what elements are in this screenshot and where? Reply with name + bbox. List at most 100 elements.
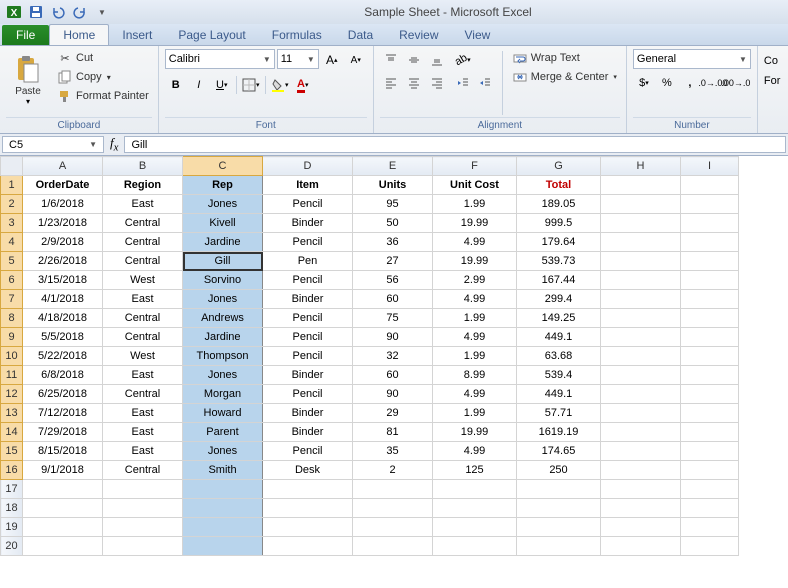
cell[interactable]: 2	[353, 461, 433, 480]
cell[interactable]: 125	[433, 461, 517, 480]
cell[interactable]	[517, 499, 601, 518]
cell[interactable]	[23, 480, 103, 499]
cell[interactable]	[601, 328, 681, 347]
cell[interactable]: 299.4	[517, 290, 601, 309]
cell[interactable]	[681, 499, 739, 518]
font-name-combo[interactable]: Calibri▼	[165, 49, 275, 69]
cell[interactable]	[263, 499, 353, 518]
cell[interactable]: East	[103, 366, 183, 385]
cell[interactable]: 27	[353, 252, 433, 271]
align-center-button[interactable]	[403, 72, 425, 94]
cell[interactable]: 8/15/2018	[23, 442, 103, 461]
cell[interactable]	[601, 499, 681, 518]
cell[interactable]: 1/6/2018	[23, 195, 103, 214]
row-header[interactable]: 15	[1, 442, 23, 461]
cell[interactable]	[517, 518, 601, 537]
cell[interactable]: Pencil	[263, 309, 353, 328]
cell[interactable]: 1.99	[433, 195, 517, 214]
cell[interactable]	[601, 271, 681, 290]
cell[interactable]: 7/29/2018	[23, 423, 103, 442]
cell[interactable]: Kivell	[183, 214, 263, 233]
cell[interactable]	[103, 499, 183, 518]
cell[interactable]: Parent	[183, 423, 263, 442]
cell[interactable]: Pencil	[263, 233, 353, 252]
cell[interactable]	[681, 195, 739, 214]
row-header[interactable]: 13	[1, 404, 23, 423]
cell[interactable]: 2/9/2018	[23, 233, 103, 252]
col-header[interactable]: E	[353, 157, 433, 176]
cell[interactable]: 4.99	[433, 328, 517, 347]
cell[interactable]	[601, 176, 681, 195]
undo-icon[interactable]	[48, 2, 68, 22]
cell[interactable]: 1/23/2018	[23, 214, 103, 233]
formula-input[interactable]	[124, 136, 786, 153]
cell[interactable]: 250	[517, 461, 601, 480]
font-size-combo[interactable]: 11▼	[277, 49, 319, 69]
cell[interactable]	[681, 214, 739, 233]
cell[interactable]	[681, 366, 739, 385]
cell[interactable]	[601, 404, 681, 423]
cell[interactable]: 4.99	[433, 442, 517, 461]
cell[interactable]: 1619.19	[517, 423, 601, 442]
font-color-button[interactable]: A▾	[292, 74, 314, 96]
cell[interactable]: Pen	[263, 252, 353, 271]
cell[interactable]: Central	[103, 214, 183, 233]
align-top-button[interactable]	[380, 49, 402, 71]
select-all-corner[interactable]	[1, 157, 23, 176]
align-bottom-button[interactable]	[426, 49, 448, 71]
decrease-decimal-button[interactable]: .00→.0	[725, 72, 747, 94]
cell[interactable]	[681, 271, 739, 290]
cell[interactable]	[103, 518, 183, 537]
cell[interactable]: 1.99	[433, 309, 517, 328]
cell[interactable]: Pencil	[263, 271, 353, 290]
redo-icon[interactable]	[70, 2, 90, 22]
cell[interactable]	[433, 518, 517, 537]
cell[interactable]: Total	[517, 176, 601, 195]
cell[interactable]	[681, 252, 739, 271]
cell[interactable]: Central	[103, 252, 183, 271]
number-format-combo[interactable]: General▼	[633, 49, 751, 69]
cell[interactable]: 6/8/2018	[23, 366, 103, 385]
accounting-button[interactable]: $▾	[633, 72, 655, 94]
cell[interactable]: Binder	[263, 404, 353, 423]
name-box[interactable]: C5▼	[2, 136, 104, 153]
cell[interactable]: 90	[353, 328, 433, 347]
col-header[interactable]: F	[433, 157, 517, 176]
row-header[interactable]: 11	[1, 366, 23, 385]
increase-indent-button[interactable]	[474, 72, 496, 94]
cell[interactable]: 999.5	[517, 214, 601, 233]
cell[interactable]: 35	[353, 442, 433, 461]
row-header[interactable]: 18	[1, 499, 23, 518]
cell[interactable]: East	[103, 195, 183, 214]
cell[interactable]: OrderDate	[23, 176, 103, 195]
cell[interactable]	[183, 537, 263, 556]
cell[interactable]: 8.99	[433, 366, 517, 385]
row-header[interactable]: 8	[1, 309, 23, 328]
cell[interactable]	[517, 480, 601, 499]
orientation-button[interactable]: ab▾	[452, 49, 474, 71]
cell[interactable]: 2.99	[433, 271, 517, 290]
cell[interactable]: 449.1	[517, 328, 601, 347]
cell[interactable]: Region	[103, 176, 183, 195]
col-header[interactable]: H	[601, 157, 681, 176]
cell[interactable]	[601, 480, 681, 499]
cell[interactable]	[263, 480, 353, 499]
cell[interactable]: Pencil	[263, 385, 353, 404]
cell[interactable]: Binder	[263, 214, 353, 233]
cell[interactable]	[681, 309, 739, 328]
cell[interactable]: 5/22/2018	[23, 347, 103, 366]
cell[interactable]: East	[103, 423, 183, 442]
cell[interactable]: Jardine	[183, 233, 263, 252]
decrease-indent-button[interactable]	[452, 72, 474, 94]
save-icon[interactable]	[26, 2, 46, 22]
row-header[interactable]: 4	[1, 233, 23, 252]
cell[interactable]: East	[103, 404, 183, 423]
cell[interactable]	[601, 233, 681, 252]
cell[interactable]: 449.1	[517, 385, 601, 404]
align-middle-button[interactable]	[403, 49, 425, 71]
cell[interactable]	[353, 480, 433, 499]
cell[interactable]: West	[103, 271, 183, 290]
cell[interactable]	[103, 537, 183, 556]
cell[interactable]	[601, 252, 681, 271]
cell[interactable]	[681, 537, 739, 556]
